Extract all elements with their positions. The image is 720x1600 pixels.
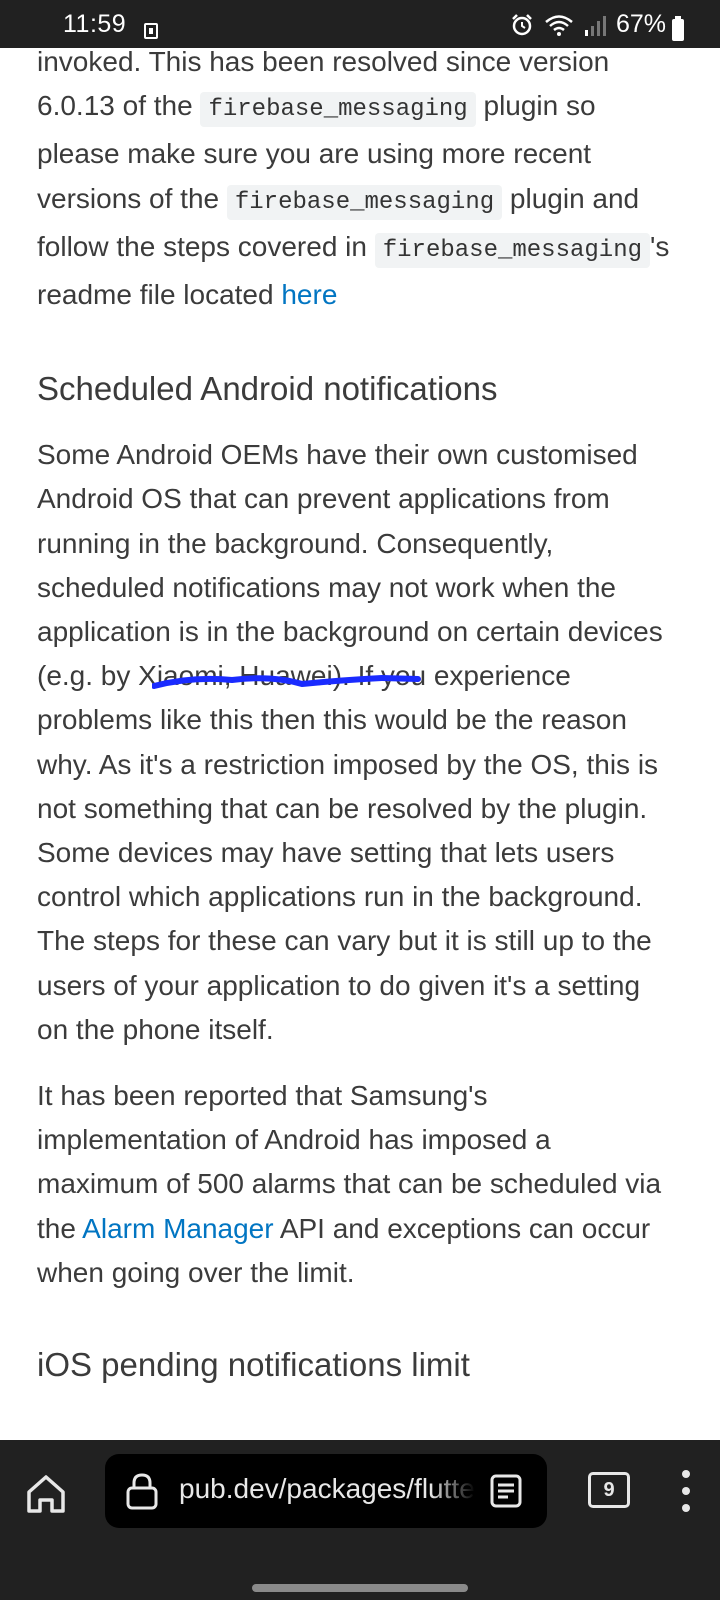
reader-mode-icon[interactable] <box>489 1474 523 1508</box>
paragraph-samsung: It has been reported that Samsung's impl… <box>37 1074 673 1295</box>
heading-scheduled-android-notifications: Scheduled Android notifications <box>37 370 498 408</box>
status-icons: 67% <box>510 10 666 39</box>
status-time: 11:59 <box>63 10 127 38</box>
paragraph-firebase: invoked. This has been resolved since ve… <box>37 40 673 317</box>
alarm-icon <box>512 13 532 35</box>
url-text[interactable]: pub.dev/packages/flutter_local_notificat… <box>179 1473 475 1505</box>
lock-icon[interactable] <box>125 1472 159 1510</box>
hand-drawn-underline <box>152 674 421 689</box>
more-options-icon[interactable] <box>676 1468 696 1514</box>
battery-icon <box>672 16 684 41</box>
tab-count-button[interactable]: 9 <box>588 1472 630 1508</box>
status-bar: 11:59 67% <box>0 0 720 48</box>
readme-here-link[interactable]: here <box>281 279 337 310</box>
code-firebase-messaging: firebase_messaging <box>226 184 503 220</box>
notification-icon <box>144 23 158 39</box>
battery-percentage: 67% <box>615 10 666 38</box>
alarm-manager-link[interactable]: Alarm Manager <box>82 1213 273 1244</box>
article-content: invoked. This has been resolved since ve… <box>37 40 673 1393</box>
browser-toolbar: pub.dev/packages/flutter_local_notificat… <box>0 1440 720 1600</box>
wifi-icon <box>545 14 573 36</box>
paragraph-text: ). If you experience problems like this … <box>37 660 659 1045</box>
address-bar[interactable]: pub.dev/packages/flutter_local_notificat… <box>105 1454 547 1528</box>
heading-ios-pending-notifications: iOS pending notifications limit <box>37 1346 470 1384</box>
paragraph-scheduled: Some Android OEMs have their own customi… <box>37 433 673 1052</box>
code-firebase-messaging: firebase_messaging <box>374 232 650 268</box>
paragraph-text: Some Android OEMs have their own customi… <box>37 439 663 692</box>
code-firebase-messaging: firebase_messaging <box>200 92 476 128</box>
home-icon[interactable] <box>24 1472 68 1516</box>
gesture-navigation-bar[interactable] <box>252 1584 468 1592</box>
signal-icon <box>584 15 606 36</box>
